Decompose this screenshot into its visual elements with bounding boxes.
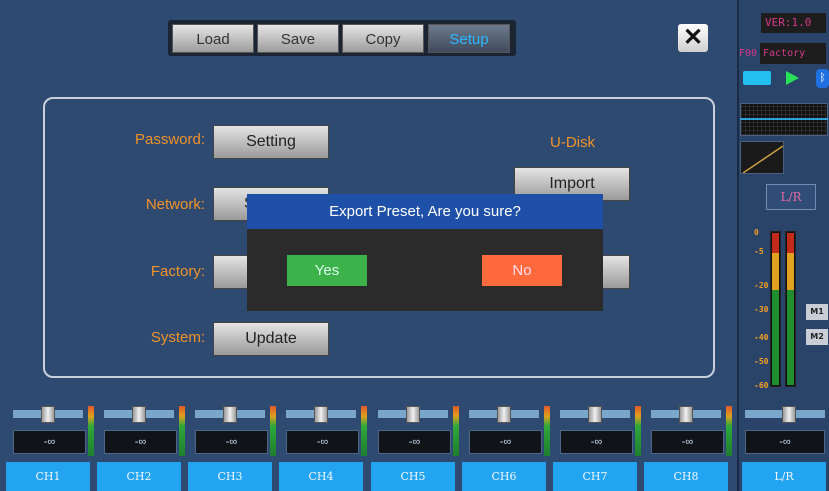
channel-level-meter [453, 406, 459, 456]
fader-knob[interactable] [41, 406, 55, 423]
fader-knob[interactable] [497, 406, 511, 423]
fader-knob[interactable] [406, 406, 420, 423]
no-button[interactable]: No [482, 255, 562, 286]
close-icon[interactable]: ✕ [678, 24, 708, 52]
network-label: Network: [145, 196, 205, 213]
channel-button-ch1[interactable]: CH1 [6, 462, 90, 491]
scale-60: -60 [754, 381, 769, 390]
preset-number: F00 [739, 48, 758, 59]
tab-copy[interactable]: Copy [342, 24, 424, 53]
channel-gain-value: -∞ [13, 430, 86, 454]
tab-load[interactable]: Load [172, 24, 254, 53]
fader-knob[interactable] [223, 406, 237, 423]
tab-setup[interactable]: Setup [428, 24, 510, 53]
channel-button-ch3[interactable]: CH3 [188, 462, 272, 491]
udisk-label: U-Disk [550, 134, 595, 151]
scale-20: -20 [754, 281, 769, 290]
version-label: VER:1.0 [761, 13, 826, 33]
preset-name: Factory [760, 43, 826, 64]
compressor-graph[interactable] [740, 141, 784, 174]
m2-button[interactable]: M2 [806, 329, 828, 345]
fader-knob[interactable] [314, 406, 328, 423]
channel-level-meter [179, 406, 185, 456]
bluetooth-icon[interactable]: ᛒ [816, 69, 829, 88]
channel-gain-value: -∞ [560, 430, 633, 454]
channel-button-lr[interactable]: L/R [742, 462, 826, 491]
scale-30: -30 [754, 305, 769, 314]
top-tab-bar: Load Save Copy Setup [168, 20, 516, 56]
password-label: Password: [134, 131, 205, 148]
channel-level-meter [726, 406, 732, 456]
lr-select-button[interactable]: L/R [766, 184, 816, 210]
export-confirm-dialog: Export Preset, Are you sure? Yes No [247, 194, 603, 311]
password-setting-button[interactable]: Setting [213, 125, 329, 159]
usb-icon [743, 71, 771, 85]
channel-level-meter [361, 406, 367, 456]
channel-gain-value: -∞ [469, 430, 542, 454]
channel-button-ch5[interactable]: CH5 [371, 462, 455, 491]
fader-knob[interactable] [132, 406, 146, 423]
master-meter-left [770, 231, 781, 387]
channel-gain-value: -∞ [104, 430, 177, 454]
channel-level-meter [88, 406, 94, 456]
system-update-button[interactable]: Update [213, 322, 329, 356]
channel-gain-value: -∞ [286, 430, 359, 454]
channel-button-ch6[interactable]: CH6 [462, 462, 546, 491]
channel-gain-value: -∞ [745, 430, 825, 454]
channel-level-meter [544, 406, 550, 456]
scale-5: -5 [754, 247, 764, 256]
channel-button-ch7[interactable]: CH7 [553, 462, 637, 491]
eq-curve-line [740, 118, 828, 120]
channel-gain-value: -∞ [378, 430, 451, 454]
master-meter-right [785, 231, 796, 387]
channel-gain-value: -∞ [195, 430, 268, 454]
scale-40: -40 [754, 333, 769, 342]
fader-knob[interactable] [588, 406, 602, 423]
factory-label: Factory: [150, 263, 205, 280]
channel-level-meter [270, 406, 276, 456]
tab-save[interactable]: Save [257, 24, 339, 53]
channel-button-ch8[interactable]: CH8 [644, 462, 728, 491]
fader-knob[interactable] [679, 406, 693, 423]
scale-50: -50 [754, 357, 769, 366]
compressor-curve [742, 145, 783, 173]
m1-button[interactable]: M1 [806, 304, 828, 320]
dialog-title: Export Preset, Are you sure? [247, 194, 603, 229]
channel-button-ch2[interactable]: CH2 [97, 462, 181, 491]
scale-0: 0 [754, 228, 759, 237]
channel-level-meter [635, 406, 641, 456]
play-icon[interactable] [786, 71, 799, 85]
channel-gain-value: -∞ [651, 430, 724, 454]
channel-strips: -∞ CH1 -∞ CH2 -∞ CH3 -∞ CH4 -∞ CH5 -∞ CH… [0, 400, 829, 491]
yes-button[interactable]: Yes [287, 255, 367, 286]
channel-button-ch4[interactable]: CH4 [279, 462, 363, 491]
fader-knob[interactable] [782, 406, 796, 423]
system-label: System: [150, 329, 205, 346]
